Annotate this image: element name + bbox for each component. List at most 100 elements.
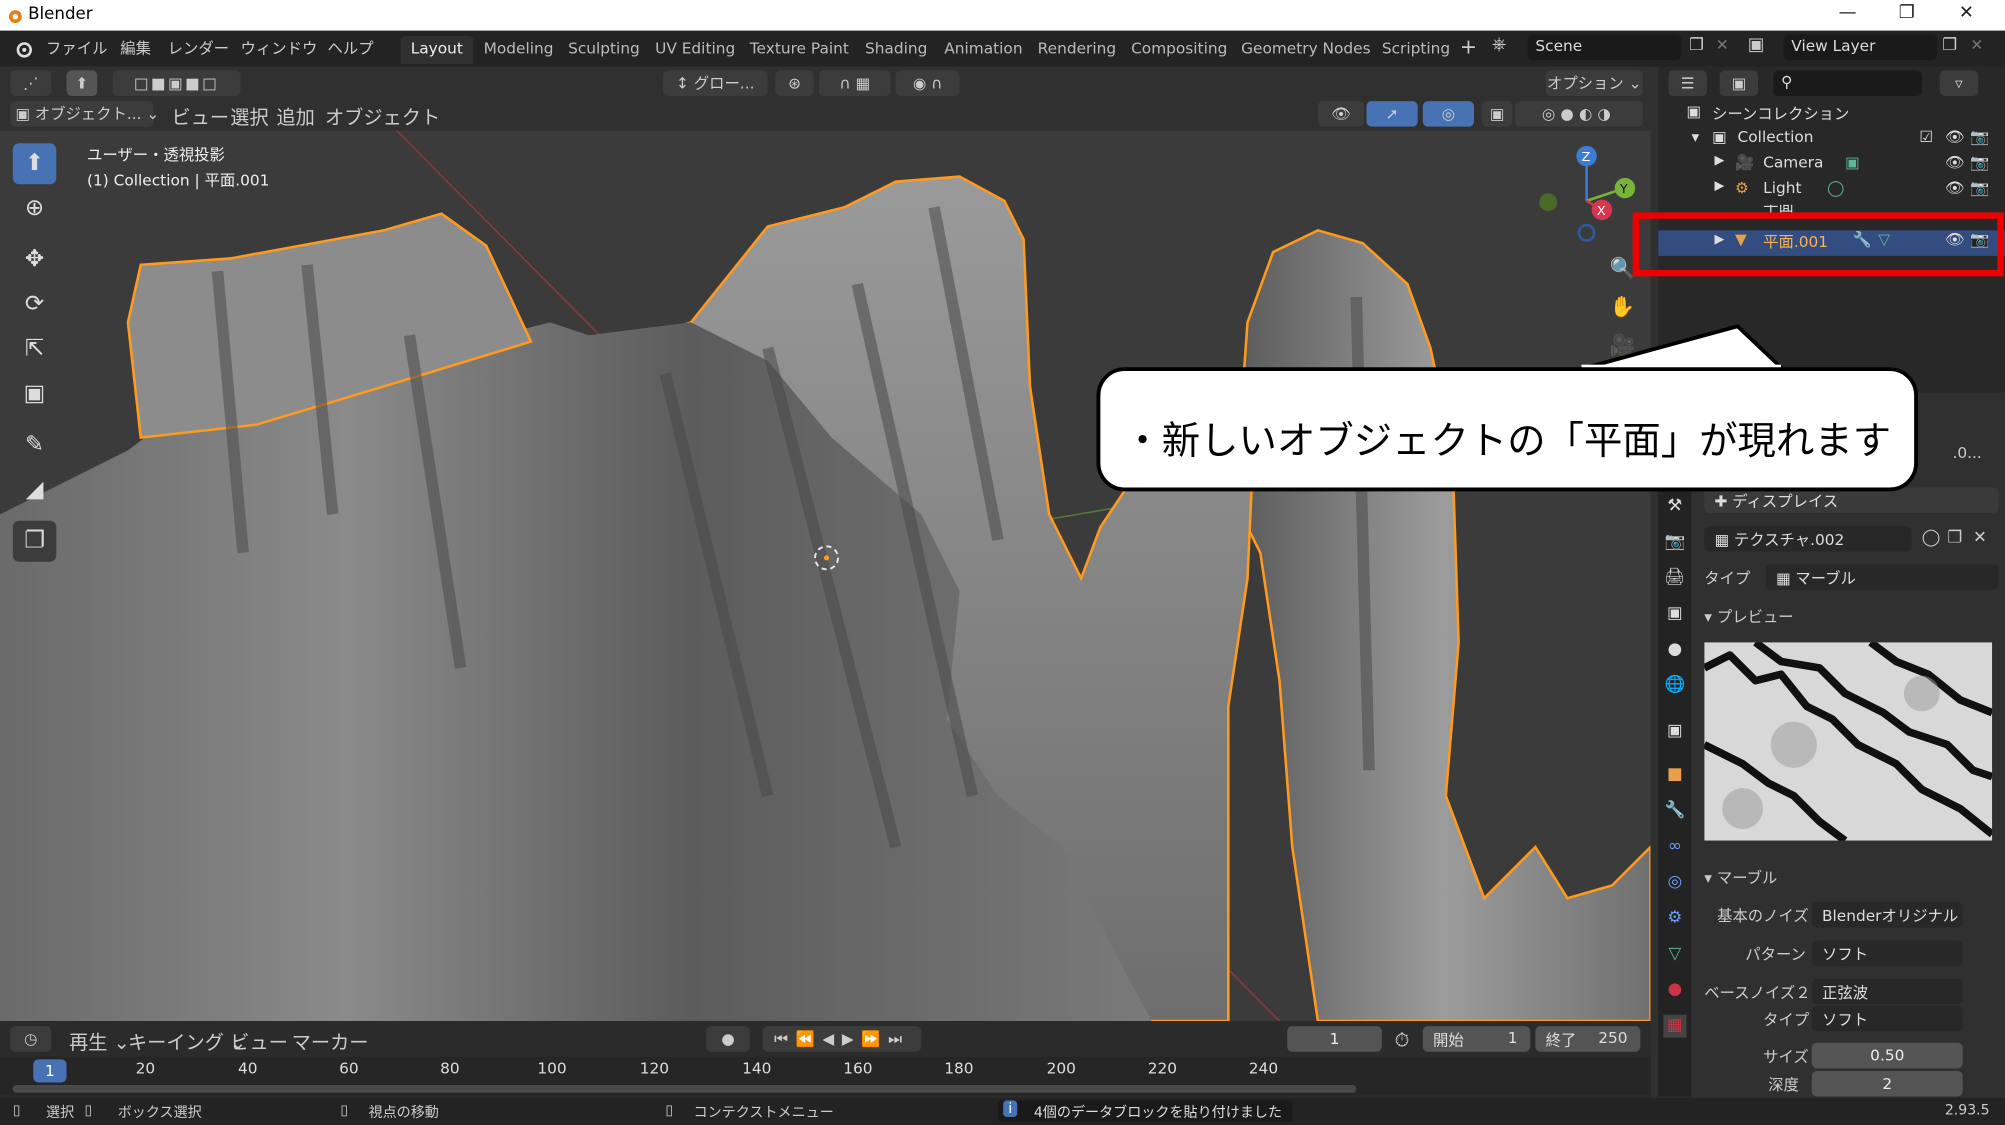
restore-icon[interactable]: ❐ bbox=[1899, 3, 1915, 23]
playback-menu[interactable]: 再生 ⌄ bbox=[69, 1029, 130, 1056]
pattern-dropdown[interactable]: ソフト bbox=[1811, 940, 1963, 967]
collection-render-icon[interactable]: 📷 bbox=[1970, 128, 1989, 146]
base-noise2-dropdown[interactable]: 正弦波 bbox=[1811, 978, 1963, 1005]
shading-mode-icons[interactable]: ◎●◐◑ bbox=[1514, 101, 1643, 127]
collection-row[interactable]: ▾ ▣ Collection ☑ 👁 📷 bbox=[1658, 128, 2005, 154]
tab-rendering[interactable]: Rendering bbox=[1027, 36, 1126, 64]
timeline-view-menu[interactable]: ビュー bbox=[230, 1029, 288, 1056]
unlink-texture-icon[interactable]: ✕ bbox=[1973, 528, 1987, 547]
tab-uv-editing[interactable]: UV Editing bbox=[645, 36, 746, 64]
light-visibility-icon[interactable]: 👁 bbox=[1945, 179, 1964, 197]
rotate-tool-icon[interactable]: ⟳ bbox=[13, 284, 57, 325]
texture-tab-icon[interactable]: ▦ bbox=[1663, 1014, 1687, 1038]
tab-modeling[interactable]: Modeling bbox=[473, 36, 563, 64]
display-mode-icon[interactable]: ▣ bbox=[1719, 70, 1759, 96]
playback-controls[interactable]: ⏮⏪◀▶⏩⏭ bbox=[762, 1026, 922, 1052]
menu-object[interactable]: オブジェクト bbox=[325, 104, 440, 131]
particles-tab-icon[interactable]: ∞ bbox=[1663, 836, 1686, 859]
scale-tool-icon[interactable]: ⇱ bbox=[13, 329, 57, 370]
viewport-3d[interactable]: Z Y X ユーザー・透視投影 (1) Collection | 平面.001 … bbox=[0, 130, 1651, 1022]
navigation-gizmo[interactable]: Z Y X bbox=[1539, 145, 1636, 242]
new-view-layer-icon[interactable]: ❐ bbox=[1942, 36, 1957, 55]
measure-tool-icon[interactable]: ◢ bbox=[13, 470, 57, 511]
add-cube-tool-icon[interactable]: ❐ bbox=[12, 520, 57, 562]
material-tab-icon[interactable]: ● bbox=[1663, 979, 1686, 1002]
keying-menu[interactable]: キーイング ⌄ bbox=[128, 1029, 246, 1056]
data-tab-icon[interactable]: ▽ bbox=[1663, 943, 1686, 966]
size-field[interactable]: 0.50 bbox=[1811, 1042, 1963, 1069]
fake-user-icon[interactable]: ◯ bbox=[1922, 528, 1941, 547]
xray-icon[interactable]: ▣ bbox=[1481, 101, 1513, 127]
collection-visibility-icon[interactable]: 👁 bbox=[1945, 128, 1964, 146]
marker-menu[interactable]: マーカー bbox=[292, 1029, 369, 1056]
tab-compositing[interactable]: Compositing bbox=[1121, 36, 1238, 64]
physics-tab-icon[interactable]: ◎ bbox=[1663, 871, 1686, 894]
camera-visibility-icon[interactable]: 👁 bbox=[1945, 154, 1964, 172]
timeline-scrollbar[interactable] bbox=[12, 1085, 1357, 1093]
overlay-toggle-icon[interactable]: ◎ bbox=[1422, 101, 1474, 127]
expand-arrow-icon[interactable]: ▶ bbox=[1715, 179, 1725, 193]
tab-animation[interactable]: Animation bbox=[934, 36, 1033, 64]
blender-menu-icon[interactable] bbox=[13, 38, 33, 58]
menu-edit[interactable]: 編集 bbox=[120, 37, 151, 59]
gizmo-toggle-icon[interactable]: ➚ bbox=[1366, 101, 1418, 127]
menu-window[interactable]: ウィンドウ bbox=[241, 37, 318, 59]
scene-icon[interactable]: ⎈ bbox=[1492, 35, 1506, 55]
current-frame-field[interactable]: 1 bbox=[1287, 1026, 1382, 1052]
snap-icon[interactable]: ∩ ▦ bbox=[818, 70, 891, 96]
outliner-item-camera[interactable]: ▶ 🎥 Camera ▣ 👁 📷 bbox=[1658, 154, 2005, 180]
editor-type-icon[interactable]: ⋰ bbox=[10, 70, 52, 96]
view-layer-tab-icon[interactable]: ▣ bbox=[1663, 603, 1686, 626]
texture-type-dropdown[interactable]: ▦ マーブル bbox=[1765, 564, 1999, 590]
stopwatch-icon[interactable]: ⏱ bbox=[1395, 1029, 1410, 1052]
minimize-icon[interactable]: — bbox=[1839, 3, 1857, 23]
expand-arrow-icon[interactable]: ▶ bbox=[1715, 154, 1725, 168]
tab-scripting[interactable]: Scripting bbox=[1372, 36, 1461, 64]
type2-dropdown[interactable]: ソフト bbox=[1811, 1005, 1963, 1032]
filter-icon[interactable]: ▿ bbox=[1939, 70, 1979, 96]
constraints-tab-icon[interactable]: ⚙ bbox=[1663, 907, 1686, 930]
collection-tab-icon[interactable]: ▣ bbox=[1663, 720, 1686, 743]
transform-orientation-dropdown[interactable]: ↕ グロー... bbox=[662, 70, 768, 96]
menu-view[interactable]: ビュー bbox=[171, 104, 229, 131]
cursor-tool-icon[interactable]: ⊕ bbox=[13, 188, 57, 229]
delete-view-layer-icon[interactable]: ✕ bbox=[1970, 36, 1983, 54]
close-icon[interactable]: ✕ bbox=[1959, 3, 1974, 23]
menu-file[interactable]: ファイル bbox=[46, 37, 107, 59]
select-box-tool-icon[interactable]: ⬆ bbox=[12, 143, 57, 185]
pan-hand-icon[interactable]: ✋ bbox=[1610, 294, 1635, 318]
tab-sculpting[interactable]: Sculpting bbox=[558, 36, 650, 64]
menu-add[interactable]: 追加 bbox=[276, 104, 314, 131]
new-scene-icon[interactable]: ❐ bbox=[1689, 36, 1704, 55]
tab-shading[interactable]: Shading bbox=[855, 36, 938, 64]
output-tab-icon[interactable]: 🖨 bbox=[1663, 567, 1686, 590]
outliner-search-input[interactable]: ⚲ bbox=[1773, 70, 1922, 96]
scene-collection-row[interactable]: ▣ シーンコレクション bbox=[1658, 102, 2005, 128]
transform-tool-icon[interactable]: ▣ bbox=[13, 374, 57, 415]
modifier-tab-icon[interactable]: 🔧 bbox=[1663, 800, 1686, 823]
scene-name-field[interactable]: Scene bbox=[1527, 34, 1682, 61]
tab-geometry-nodes[interactable]: Geometry Nodes bbox=[1231, 36, 1381, 64]
tool-tab-icon[interactable]: ⚒ bbox=[1663, 495, 1686, 518]
view-layer-icon[interactable]: ▣ bbox=[1748, 35, 1765, 55]
frame-ruler[interactable]: 1 20 40 60 80 100 120 140 160 180 200 22… bbox=[0, 1056, 1651, 1096]
end-frame-field[interactable]: 終了 250 bbox=[1535, 1026, 1641, 1052]
delete-scene-icon[interactable]: ✕ bbox=[1716, 36, 1729, 54]
menu-select[interactable]: 選択 bbox=[230, 104, 268, 131]
duplicate-texture-icon[interactable]: ❐ bbox=[1947, 528, 1962, 547]
select-tool-icon[interactable]: ⬆ bbox=[66, 70, 98, 96]
texture-name-field[interactable]: ▦ テクスチャ.002 bbox=[1704, 525, 1912, 552]
add-workspace-icon[interactable]: + bbox=[1460, 35, 1477, 59]
visibility-icon[interactable]: 👁 bbox=[1317, 101, 1364, 127]
object-tab-icon[interactable]: ■ bbox=[1663, 764, 1686, 787]
view-layer-field[interactable]: View Layer bbox=[1783, 34, 1938, 61]
depth-field[interactable]: 2 bbox=[1811, 1070, 1963, 1097]
render-tab-icon[interactable]: 📷 bbox=[1663, 531, 1686, 554]
proportional-edit-icon[interactable]: ◉ ∩ bbox=[895, 70, 960, 96]
camera-render-icon[interactable]: 📷 bbox=[1970, 154, 1989, 172]
world-tab-icon[interactable]: 🌐 bbox=[1663, 674, 1686, 697]
tab-texture-paint[interactable]: Texture Paint bbox=[740, 36, 860, 64]
playhead-frame[interactable]: 1 bbox=[33, 1059, 67, 1083]
move-tool-icon[interactable]: ✥ bbox=[13, 239, 57, 280]
light-render-icon[interactable]: 📷 bbox=[1970, 179, 1989, 197]
